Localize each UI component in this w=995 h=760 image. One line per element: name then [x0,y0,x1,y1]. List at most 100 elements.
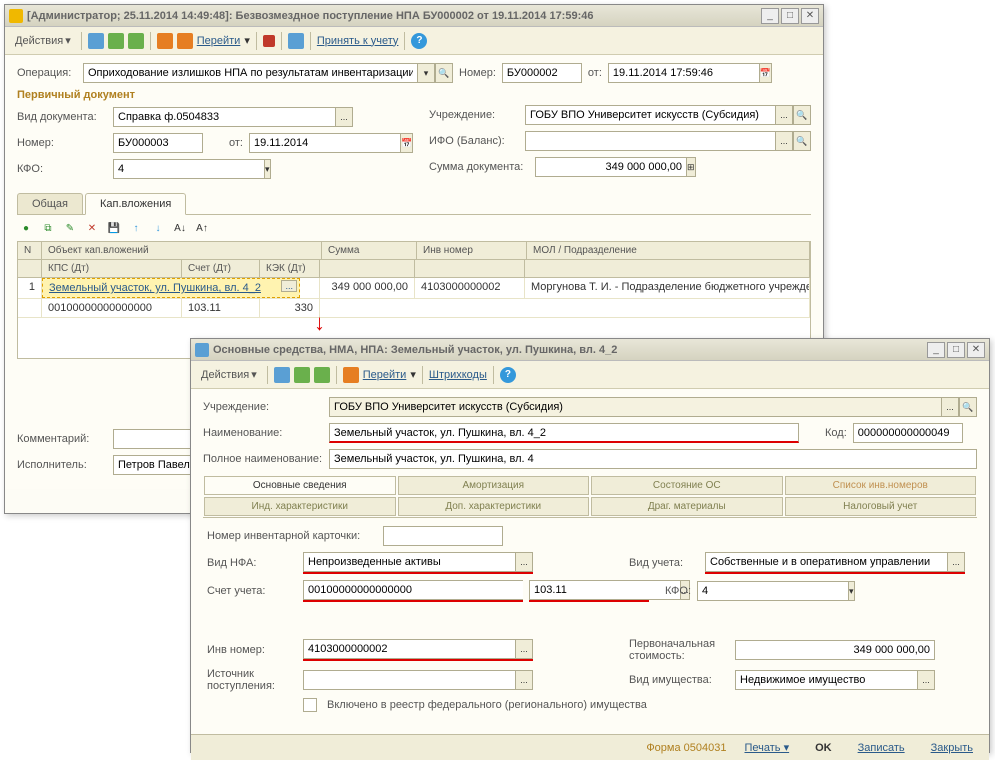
close-button[interactable]: ✕ [801,8,819,24]
sum-calc-icon[interactable]: ⊞ [686,157,696,177]
sum-input[interactable] [535,157,686,177]
inst2-select[interactable]: ... [941,397,959,417]
code-input[interactable] [853,423,963,443]
barcodes-link[interactable]: Штрихкоды [429,369,487,381]
doc-type-input[interactable] [113,107,335,127]
ok-button[interactable]: OK [807,740,840,756]
num2-input[interactable] [113,133,203,153]
minimize-button[interactable]: _ [761,8,779,24]
inst2-input[interactable] [329,397,941,417]
goto-link-2[interactable]: Перейти [363,369,407,381]
doc-type-select[interactable]: ... [335,107,353,127]
delete-icon[interactable]: ✕ [83,219,101,237]
subtab-ind[interactable]: Инд. характеристики [204,497,396,516]
save-icon[interactable]: 💾 [105,219,123,237]
date2-calendar-icon[interactable]: 📅 [400,133,413,153]
subtab-amort[interactable]: Амортизация [398,476,590,495]
toolbar-icon-6[interactable] [288,33,304,49]
acct1-input[interactable] [303,580,523,600]
table-row[interactable]: 00100000000000000 103.11 330 [18,299,810,318]
ifo-input[interactable] [525,131,775,151]
cell-select-btn[interactable]: ... [281,280,297,292]
init-cost-input[interactable] [735,640,935,660]
ak-icon[interactable] [263,35,275,47]
ifo-search[interactable]: 🔍 [793,131,811,151]
inst-search[interactable]: 🔍 [793,105,811,125]
prop-type-select[interactable]: ... [917,670,935,690]
print-button[interactable]: Печать ▾ [736,739,797,756]
prop-type-input[interactable] [735,670,917,690]
toolbar-icon-5[interactable] [177,33,193,49]
inv-select[interactable]: ... [515,639,533,659]
number-input[interactable] [502,63,582,83]
subtab-tax[interactable]: Налоговый учет [785,497,977,516]
acct-type-select[interactable]: ... [947,552,965,572]
toolbar-icon-4[interactable] [157,33,173,49]
nfa-label: Вид НФА: [207,557,297,569]
tb2-icon-2[interactable] [294,367,310,383]
close-button-footer[interactable]: Закрыть [923,740,981,756]
card-input[interactable] [383,526,503,546]
src-select[interactable]: ... [515,670,533,690]
down-icon[interactable]: ↓ [149,219,167,237]
operation-search[interactable]: 🔍 [435,63,453,83]
toolbar-icon-1[interactable] [88,33,104,49]
help-icon[interactable]: ? [411,33,427,49]
help-icon-2[interactable]: ? [500,367,516,383]
acct-type-input[interactable] [705,552,947,572]
from2-label: от: [229,137,243,149]
subtab-drag[interactable]: Драг. материалы [591,497,783,516]
cell-obj[interactable]: Земельный участок, ул. Пушкина, вл. 4_2 … [42,278,300,298]
name-input[interactable] [329,423,799,443]
reg-checkbox[interactable] [303,698,317,712]
accept-link[interactable]: Принять к учету [317,35,399,47]
actions-menu-2[interactable]: Действия ▾ [197,366,261,383]
inst-input[interactable] [525,105,775,125]
kfo-dropdown[interactable]: ▾ [264,159,271,179]
maximize-button[interactable]: □ [781,8,799,24]
inst-select[interactable]: ... [775,105,793,125]
subtab-state[interactable]: Состояние ОС [591,476,783,495]
date-calendar-icon[interactable]: 📅 [759,63,772,83]
tab-capital[interactable]: Кап.вложения [85,193,186,215]
inv-input[interactable] [303,639,515,659]
maximize-button-2[interactable]: □ [947,342,965,358]
minimize-button-2[interactable]: _ [927,342,945,358]
kfo2-input[interactable] [697,581,848,601]
add-icon[interactable]: ● [17,219,35,237]
gh-obj: Объект кап.вложений [42,242,322,259]
fullname-input[interactable] [329,449,977,469]
titlebar-2: Основные средства, НМА, НПА: Земельный у… [191,339,989,361]
operation-dropdown[interactable]: ▾ [417,63,435,83]
table-row[interactable]: 1 Земельный участок, ул. Пушкина, вл. 4_… [18,278,810,299]
ifo-select[interactable]: ... [775,131,793,151]
acct2-input[interactable] [529,580,680,600]
tab-general[interactable]: Общая [17,193,83,214]
goto-link[interactable]: Перейти [197,35,241,47]
up-icon[interactable]: ↑ [127,219,145,237]
sort-asc-icon[interactable]: A↓ [171,219,189,237]
nfa-input[interactable] [303,552,515,572]
tb2-icon-1[interactable] [274,367,290,383]
src-input[interactable] [303,670,515,690]
edit-icon[interactable]: ✎ [61,219,79,237]
actions-menu[interactable]: Действия ▾ [11,32,75,49]
tb2-icon-4[interactable] [343,367,359,383]
save-button[interactable]: Записать [850,740,913,756]
toolbar-icon-3[interactable] [128,33,144,49]
kfo-input[interactable] [113,159,264,179]
inst2-search[interactable]: 🔍 [959,397,977,417]
tb2-icon-3[interactable] [314,367,330,383]
nfa-select[interactable]: ... [515,552,533,572]
sort-desc-icon[interactable]: A↑ [193,219,211,237]
subtab-inv[interactable]: Список инв.номеров [785,476,977,495]
subtab-main[interactable]: Основные сведения [204,476,396,495]
kfo2-dropdown[interactable]: ▾ [848,581,855,601]
subtab-dop[interactable]: Доп. характеристики [398,497,590,516]
operation-input[interactable] [83,63,417,83]
close-button-2[interactable]: ✕ [967,342,985,358]
date-input[interactable] [608,63,759,83]
copy-icon[interactable]: ⧉ [39,219,57,237]
date2-input[interactable] [249,133,400,153]
toolbar-icon-2[interactable] [108,33,124,49]
